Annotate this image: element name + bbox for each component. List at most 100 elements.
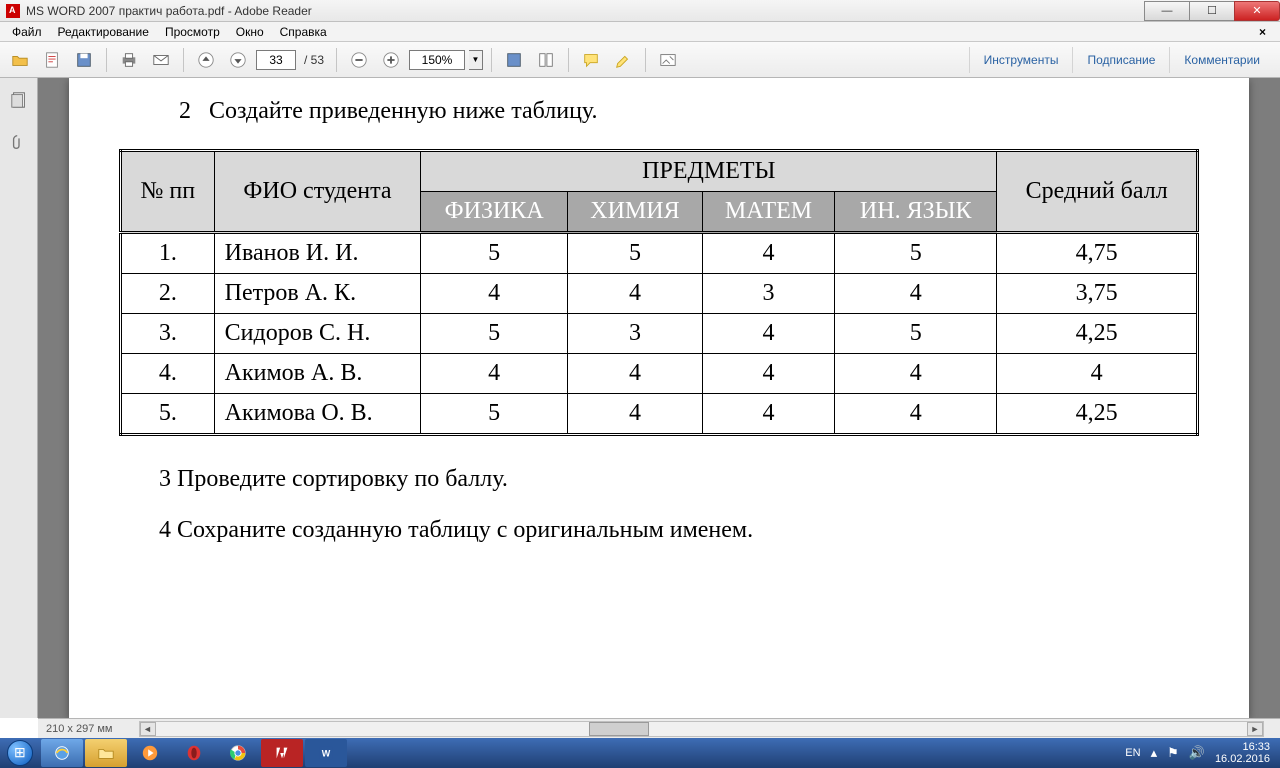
col-fio: ФИО студента — [214, 151, 421, 233]
table-cell: 4 — [702, 394, 834, 435]
read-mode-button[interactable] — [654, 46, 682, 74]
scroll-mode-button[interactable] — [532, 46, 560, 74]
table-cell: 4 — [421, 354, 568, 394]
table-cell: 4 — [568, 274, 703, 314]
attachments-panel-button[interactable] — [5, 128, 33, 156]
highlight-button[interactable] — [609, 46, 637, 74]
pdf-page: 2 Создайте приведенную ниже таблицу. № п… — [69, 78, 1249, 718]
page-up-button[interactable] — [192, 46, 220, 74]
email-button[interactable] — [147, 46, 175, 74]
table-row: 2.Петров А. К.44343,75 — [121, 274, 1198, 314]
table-cell: 4 — [997, 354, 1198, 394]
menubar-close-icon[interactable]: × — [1251, 23, 1274, 41]
task-number: 2 — [179, 98, 191, 125]
taskbar-explorer-button[interactable] — [85, 739, 127, 767]
scrollbar-thumb[interactable] — [589, 722, 649, 736]
zoom-out-button[interactable] — [345, 46, 373, 74]
grades-table: № пп ФИО студента ПРЕДМЕТЫ Средний балл … — [119, 149, 1199, 436]
open-file-button[interactable] — [6, 46, 34, 74]
col-physics: ФИЗИКА — [421, 192, 568, 233]
maximize-button[interactable]: ☐ — [1189, 1, 1235, 21]
table-cell: 4 — [568, 354, 703, 394]
document-viewport[interactable]: 2 Создайте приведенную ниже таблицу. № п… — [38, 78, 1280, 718]
scroll-right-button[interactable]: ► — [1247, 722, 1263, 736]
create-pdf-button[interactable] — [38, 46, 66, 74]
menu-help[interactable]: Справка — [272, 23, 335, 41]
page-down-button[interactable] — [224, 46, 252, 74]
minimize-button[interactable]: — — [1144, 1, 1190, 21]
taskbar-ie-button[interactable] — [41, 739, 83, 767]
scroll-left-button[interactable]: ◄ — [140, 722, 156, 736]
table-row: 4.Акимов А. В.44444 — [121, 354, 1198, 394]
taskbar-chrome-button[interactable] — [217, 739, 259, 767]
task-item-3: 3 Проведите сортировку по баллу. — [159, 466, 1199, 493]
taskbar-mediaplayer-button[interactable] — [129, 739, 171, 767]
zoom-in-button[interactable] — [377, 46, 405, 74]
document-status-bar: 210 x 297 мм ◄ ► — [38, 718, 1280, 738]
table-cell: 5 — [835, 314, 997, 354]
menu-bar: Файл Редактирование Просмотр Окно Справк… — [0, 22, 1280, 42]
table-cell: Сидоров С. Н. — [214, 314, 421, 354]
save-button[interactable] — [70, 46, 98, 74]
tray-date: 16.02.2016 — [1215, 753, 1270, 765]
table-cell: 4 — [835, 274, 997, 314]
toolbar-separator — [106, 48, 107, 72]
menu-view[interactable]: Просмотр — [157, 23, 228, 41]
task-text: Создайте приведенную ниже таблицу. — [209, 98, 598, 125]
zoom-dropdown-button[interactable]: ▼ — [469, 50, 483, 70]
close-button[interactable]: ✕ — [1234, 1, 1280, 21]
table-row: 1.Иванов И. И.55454,75 — [121, 233, 1198, 274]
menu-edit[interactable]: Редактирование — [50, 23, 157, 41]
task-item-2: 2 Создайте приведенную ниже таблицу. — [179, 98, 1199, 125]
print-button[interactable] — [115, 46, 143, 74]
table-cell: 4 — [421, 274, 568, 314]
table-cell: 4,25 — [997, 394, 1198, 435]
menu-file[interactable]: Файл — [4, 23, 50, 41]
page-number-input[interactable] — [256, 50, 296, 70]
table-cell: 5 — [568, 233, 703, 274]
language-indicator[interactable]: EN — [1125, 747, 1140, 759]
table-cell: Иванов И. И. — [214, 233, 421, 274]
window-controls: — ☐ ✕ — [1145, 1, 1280, 21]
table-cell: 5 — [421, 233, 568, 274]
app-icon — [6, 4, 20, 18]
zoom-level-input[interactable]: 150% — [409, 50, 465, 70]
table-cell: 4 — [835, 394, 997, 435]
table-cell: 4 — [702, 314, 834, 354]
toolbar: / 53 150% ▼ Инструменты Подписание Комме… — [0, 42, 1280, 78]
start-button[interactable] — [0, 738, 40, 768]
table-cell: 4 — [702, 233, 834, 274]
table-cell: 5 — [835, 233, 997, 274]
tray-volume-icon[interactable]: 🔊 — [1189, 745, 1205, 761]
table-cell: 3,75 — [997, 274, 1198, 314]
tray-time: 16:33 — [1215, 741, 1270, 753]
table-cell: 4,75 — [997, 233, 1198, 274]
taskbar-word-button[interactable]: W — [305, 739, 347, 767]
tray-show-hidden-icon[interactable]: ▴ — [1151, 745, 1158, 761]
comment-button[interactable] — [577, 46, 605, 74]
table-cell: Петров А. К. — [214, 274, 421, 314]
window-titlebar: MS WORD 2007 практич работа.pdf - Adobe … — [0, 0, 1280, 22]
horizontal-scrollbar[interactable]: ◄ ► — [139, 721, 1265, 737]
taskbar-adobe-button[interactable] — [261, 739, 303, 767]
save-copy-button[interactable] — [500, 46, 528, 74]
table-cell: Акимова О. В. — [214, 394, 421, 435]
table-cell: 4,25 — [997, 314, 1198, 354]
table-row: 5.Акимова О. В.54444,25 — [121, 394, 1198, 435]
table-cell: 2. — [121, 274, 215, 314]
table-cell: 5 — [421, 394, 568, 435]
tray-action-center-icon[interactable]: ⚑ — [1167, 745, 1179, 761]
table-cell: 4 — [835, 354, 997, 394]
comments-panel-button[interactable]: Комментарии — [1169, 47, 1274, 73]
sign-panel-button[interactable]: Подписание — [1072, 47, 1169, 73]
taskbar-opera-button[interactable] — [173, 739, 215, 767]
table-cell: 1. — [121, 233, 215, 274]
menu-window[interactable]: Окно — [228, 23, 272, 41]
table-cell: 4. — [121, 354, 215, 394]
task-text: 4 Сохраните созданную таблицу с оригинал… — [159, 517, 753, 544]
toolbar-separator — [336, 48, 337, 72]
thumbnails-panel-button[interactable] — [5, 86, 33, 114]
page-count-label: / 53 — [300, 53, 328, 67]
tools-panel-button[interactable]: Инструменты — [969, 47, 1073, 73]
tray-clock[interactable]: 16:33 16.02.2016 — [1215, 741, 1270, 765]
